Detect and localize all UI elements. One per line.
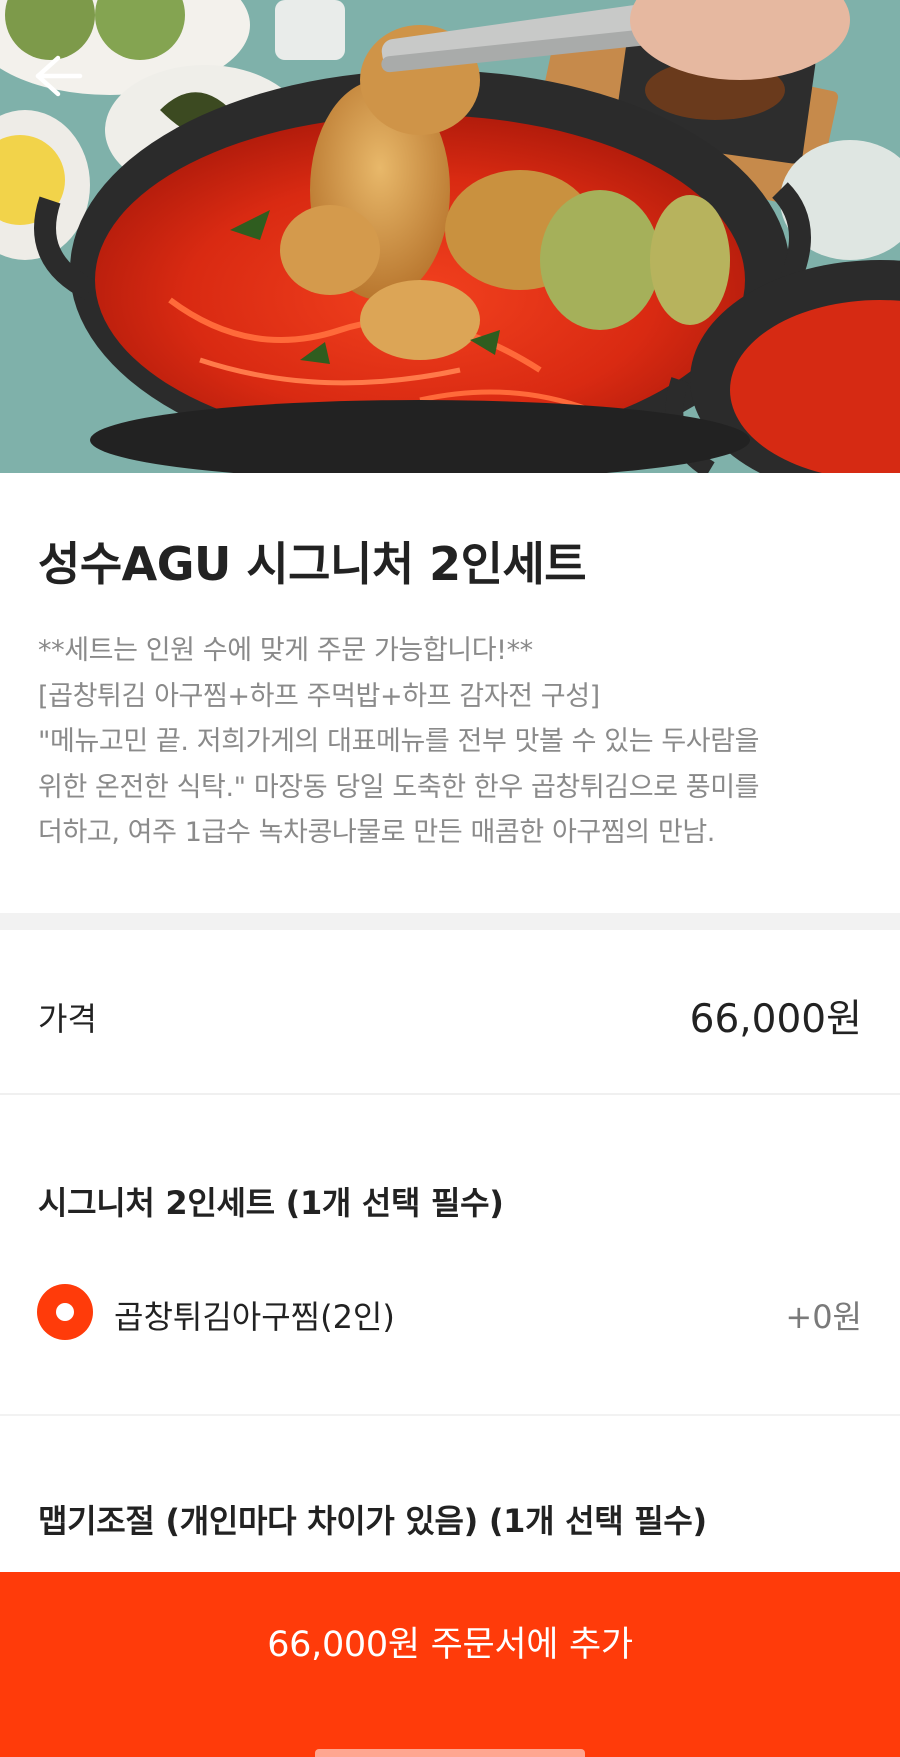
option-label: 곱창튀김아구찜(2인) bbox=[114, 1298, 395, 1336]
add-to-order-button[interactable]: 66,000원 주문서에 추가 bbox=[0, 1572, 900, 1757]
section-divider bbox=[0, 1414, 900, 1416]
home-indicator bbox=[315, 1749, 585, 1757]
price-label: 가격 bbox=[38, 1000, 97, 1038]
description-line: "메뉴고민 끝. 저희가게의 대표메뉴를 전부 맛볼 수 있는 두사람을 bbox=[38, 726, 760, 757]
arrow-left-icon bbox=[35, 55, 83, 97]
hero-image bbox=[0, 0, 900, 473]
option-price: +0원 bbox=[785, 1298, 862, 1336]
product-title: 성수AGU 시그니처 2인세트 bbox=[38, 537, 587, 591]
option-item[interactable]: 곱창튀김아구찜(2인) +0원 bbox=[0, 1268, 900, 1358]
price-row: 가격 66,000원 bbox=[0, 930, 900, 1095]
description-line: [곱창튀김 아구찜+하프 주먹밥+하프 감자전 구성] bbox=[38, 680, 600, 712]
product-description: **세트는 인원 수에 맞게 주문 가능합니다!** [곱창튀김 아구찜+하프 … bbox=[38, 628, 868, 856]
description-line: 위한 온전한 식탁." 마장동 당일 도축한 한우 곱창튀김으로 풍미를 bbox=[38, 771, 760, 803]
back-button[interactable] bbox=[26, 48, 90, 104]
add-to-order-label: 66,000원 주문서에 추가 bbox=[267, 1625, 633, 1665]
price-value: 66,000원 bbox=[689, 997, 862, 1042]
option-group-title: 시그니처 2인세트 (1개 선택 필수) bbox=[38, 1184, 504, 1222]
description-line: **세트는 인원 수에 맞게 주문 가능합니다!** bbox=[38, 635, 533, 666]
food-photo bbox=[0, 0, 900, 473]
section-divider bbox=[0, 913, 900, 930]
option-group-title: 맵기조절 (개인마다 차이가 있음) (1개 선택 필수) bbox=[38, 1502, 707, 1540]
radio-selected-icon[interactable] bbox=[37, 1284, 93, 1340]
description-line: 더하고, 여주 1급수 녹차콩나물로 만든 매콤한 아구찜의 만남. bbox=[38, 817, 715, 848]
